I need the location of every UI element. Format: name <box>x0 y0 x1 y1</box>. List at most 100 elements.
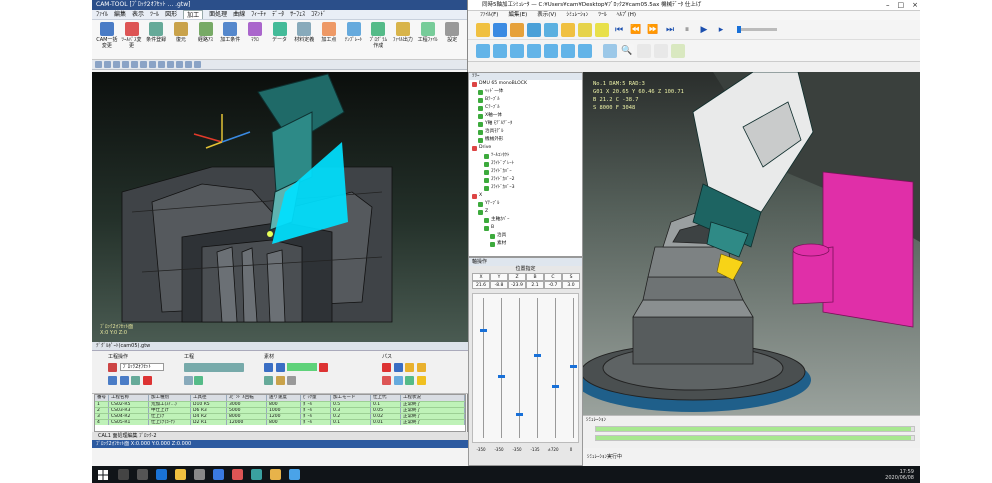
play-icon[interactable]: ▶ <box>697 23 711 37</box>
ribbon-button-point[interactable]: 加工点 <box>318 22 340 43</box>
menu-simulation[interactable]: ｼﾐｭﾚｰｼｮﾝ <box>566 11 588 20</box>
axis-slider-track[interactable] <box>555 298 556 438</box>
stock-icon[interactable] <box>510 22 524 37</box>
rotate-icon[interactable] <box>637 43 651 58</box>
stock-hide-icon[interactable] <box>287 376 297 385</box>
path-export-icon[interactable] <box>405 376 415 385</box>
undo-icon[interactable] <box>122 61 129 68</box>
operation-add-icon[interactable] <box>184 363 244 372</box>
column-header[interactable]: 加工モード <box>331 395 371 401</box>
table-row[interactable]: 2 CS03-R3 中仕上げ D6 R3 5000 1000 ﾎﾞｰﾙ 0.3 … <box>95 407 465 413</box>
tree-node[interactable]: Yﾃｰﾌﾞﾙ <box>469 200 582 208</box>
path-help-icon[interactable] <box>416 363 426 372</box>
layer-icon[interactable] <box>194 61 201 68</box>
column-header[interactable]: 加工種別 <box>149 395 191 401</box>
ribbon-tab-edit[interactable]: 編集 <box>114 10 126 19</box>
table-row[interactable]: 1 CS02-R5 荒加工(ｽｲ...) D10 R5 3000 800 ﾎﾞｰ… <box>95 401 465 407</box>
tree-node[interactable]: DMU 65 monoBLOCK <box>469 80 582 88</box>
display-mode-icon[interactable] <box>603 43 617 58</box>
open-icon[interactable] <box>476 22 490 37</box>
pause-icon[interactable]: ⏸ <box>680 23 694 37</box>
wire-icon[interactable] <box>185 61 192 68</box>
ribbon-tab-data[interactable]: ﾃﾞｰﾀ <box>272 10 284 19</box>
minimize-icon[interactable]: – <box>886 0 890 10</box>
folder-icon[interactable] <box>270 469 281 480</box>
ribbon-button-conditions[interactable]: 加工条件 <box>219 22 241 43</box>
menu-view[interactable]: 表示(V) <box>537 11 556 20</box>
ribbon-button-file-output[interactable]: ﾌｧｲﾙ出力 <box>392 22 414 43</box>
process-down-icon[interactable] <box>119 376 129 385</box>
tree-node[interactable]: ｽﾗｲﾄﾞﾌﾟﾚｰﾄ <box>469 160 582 168</box>
menu-help[interactable]: ﾍﾙﾌﾟ(H) <box>617 11 636 20</box>
axis-value-field[interactable]: 3.0 <box>562 281 580 289</box>
cam-3d-viewport[interactable]: ﾌﾞﾛｯｸ2ｵﾌｾｯﾄ面 X:0 Y:0 Z:0 <box>92 72 468 342</box>
axis-value-field[interactable]: -23.9 <box>508 281 526 289</box>
view-bottom-icon[interactable] <box>561 43 575 58</box>
axis-slider-track[interactable] <box>573 298 574 438</box>
tree-node[interactable]: 主軸ｶﾊﾞｰ <box>469 216 582 224</box>
axis-slider-knob[interactable] <box>480 329 487 332</box>
check-icon[interactable] <box>595 22 609 37</box>
tree-node[interactable]: 治具ﾓﾃﾞﾙ <box>469 128 582 136</box>
step-back-icon[interactable]: ⏮ <box>612 23 626 37</box>
tree-node[interactable]: 治具 <box>469 232 582 240</box>
ribbon-button-template[interactable]: ﾃﾝﾌﾟﾚｰﾄ <box>343 22 365 43</box>
cam-document-tab[interactable]: ﾃﾞｸﾞﾙﾎﾟｰﾄ(cam05).gtw <box>92 342 468 351</box>
ribbon-tab-shape[interactable]: 図形 <box>165 10 177 19</box>
ribbon-tab-feature[interactable]: ﾌｨｰﾁｬ <box>251 10 266 19</box>
axis-slider-knob[interactable] <box>570 365 577 368</box>
axis-value-field[interactable]: -8.8 <box>490 281 508 289</box>
menu-edit[interactable]: 編集(E) <box>508 11 527 20</box>
column-header[interactable]: 工具径 <box>191 395 227 401</box>
ribbon-tab-surface-process[interactable]: 面処理 <box>209 10 227 19</box>
path-layer-icon[interactable] <box>393 376 403 385</box>
open-icon[interactable] <box>104 61 111 68</box>
stock-refresh-icon[interactable] <box>264 376 273 385</box>
tree-node[interactable]: 素材 <box>469 240 582 248</box>
ribbon-tab-surface[interactable]: ｻｰﾌｪｽ <box>290 10 305 19</box>
fit-icon[interactable] <box>149 61 156 68</box>
edit-icon[interactable] <box>578 22 592 37</box>
process-select-icon[interactable] <box>108 363 117 372</box>
stock-show-icon[interactable] <box>275 376 285 385</box>
process-up-icon[interactable] <box>108 376 117 385</box>
system-clock[interactable]: 17:59 2020/06/08 <box>885 469 914 481</box>
tree-node[interactable]: Bﾃｰﾌﾞﾙ <box>469 96 582 104</box>
operation-edit-icon[interactable] <box>184 376 193 385</box>
ribbon-tab-curve[interactable]: 曲線 <box>233 10 245 19</box>
shade-icon[interactable] <box>176 61 183 68</box>
path-record-icon[interactable] <box>382 363 391 372</box>
axis-slider-track[interactable] <box>483 298 484 438</box>
tree-node[interactable]: ｽﾗｲﾄﾞｶﾊﾞｰ2 <box>469 176 582 184</box>
tree-node[interactable]: ﾂｰﾙｺﾝﾀｸﾄ <box>469 152 582 160</box>
mail-icon[interactable] <box>213 469 224 480</box>
tree-node[interactable]: ﾍｯﾄﾞ一体 <box>469 88 582 96</box>
stock-view-icon[interactable] <box>275 363 285 372</box>
process-delete-icon[interactable] <box>142 376 152 385</box>
column-header[interactable]: 送り速度 <box>267 395 301 401</box>
ribbon-tab-command[interactable]: ｺﾏﾝﾄﾞ <box>311 10 326 19</box>
tree-node[interactable]: X <box>469 192 582 200</box>
table-row[interactable]: 4 CS05-R1 仕上げ(ｺｰﾅ) D2 R1 12000 800 ﾎﾞｰﾙ … <box>95 419 465 425</box>
stock-calc-icon[interactable] <box>264 363 273 372</box>
view-side-icon[interactable] <box>527 43 541 58</box>
tool-icon[interactable] <box>527 22 541 37</box>
menu-tool[interactable]: ﾂｰﾙ <box>598 11 606 20</box>
edge-icon[interactable] <box>156 469 167 480</box>
pan-icon[interactable] <box>654 43 668 58</box>
tree-node[interactable]: Cﾃｰﾌﾞﾙ <box>469 104 582 112</box>
ribbon-button-macro[interactable]: ﾏｸﾛ <box>244 22 266 43</box>
operation-run-icon[interactable] <box>194 376 203 385</box>
column-header[interactable]: 工程名称 <box>109 395 149 401</box>
ribbon-tab-machining[interactable]: 加工 <box>183 10 204 19</box>
machine-icon[interactable] <box>493 22 507 37</box>
path-warning-icon[interactable] <box>416 376 426 385</box>
step-play-icon[interactable]: ▸ <box>714 23 728 37</box>
ribbon-button-toolpath-change[interactable]: ﾂｰﾙﾊﾟｽ変更 <box>121 22 143 49</box>
column-header[interactable]: ｽﾋﾟﾝﾄﾞﾙ回転 <box>227 395 267 401</box>
ops-select-field[interactable]: ﾌﾞﾛｯｸ2ｵﾌｾｯﾄ <box>119 363 164 371</box>
axis-slider-track[interactable] <box>501 298 502 438</box>
ribbon-tab-view[interactable]: 表示 <box>132 10 144 19</box>
step-forward-icon[interactable]: ⏭ <box>663 23 677 37</box>
path-color-icon[interactable] <box>382 376 391 385</box>
